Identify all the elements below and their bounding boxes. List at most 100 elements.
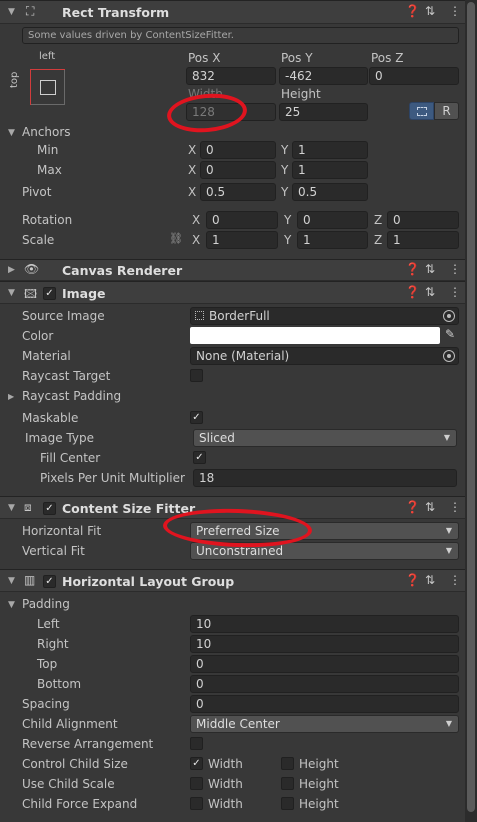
object-picker-icon[interactable] [443,310,455,322]
raw-edit-button[interactable]: R [434,102,459,120]
foldout-arrow-icon[interactable]: ▼ [8,576,15,586]
help-icon[interactable]: ❓ [405,285,420,299]
ppu-field[interactable]: 18 [193,469,457,487]
horizontal-layout-group-header[interactable]: ▼ ▥ ✓ Horizontal Layout Group ❓ ⇅ ⋮ [0,569,465,592]
driven-note: Some values driven by ContentSizeFitter. [22,27,459,44]
fill-center-checkbox[interactable]: ✓ [193,451,206,464]
expand-height-checkbox[interactable] [281,797,294,810]
child-alignment-dropdown[interactable]: Middle Center ▼ [190,715,459,733]
spacing-field[interactable]: 0 [190,695,459,713]
pos-z-label: Pos Z [371,51,404,65]
use-child-scale-label: Use Child Scale [22,777,115,791]
scale-height-checkbox[interactable] [281,777,294,790]
max-x-field[interactable]: 0 [200,161,276,179]
presets-icon[interactable]: ⇅ [425,573,435,587]
control-width-label: Width [208,757,243,771]
foldout-arrow-icon[interactable]: ▼ [8,503,15,513]
menu-icon[interactable]: ⋮ [449,500,461,514]
menu-icon[interactable]: ⋮ [449,573,461,587]
object-picker-icon[interactable] [443,350,455,362]
rect-transform-header[interactable]: ▼ ⛶ Rect Transform ❓ ⇅ ⋮ [0,0,465,24]
material-label: Material [22,349,71,363]
pivot-y-field[interactable]: 0.5 [292,183,368,201]
control-width-checkbox[interactable]: ✓ [190,757,203,770]
child-alignment-value: Middle Center [196,717,280,731]
scale-x-axis: X [192,233,201,247]
rot-x-field[interactable]: 0 [206,211,278,229]
canvas-renderer-header[interactable]: ▶ 👁 Canvas Renderer ❓ ⇅ ⋮ [0,259,465,281]
pos-y-field[interactable]: -462 [279,67,368,85]
height-field[interactable]: 25 [279,103,368,121]
scale-z-field[interactable]: 1 [387,231,459,249]
menu-icon[interactable]: ⋮ [449,285,461,299]
foldout-arrow-icon[interactable]: ▼ [8,7,15,17]
image-header[interactable]: ▼ 🖾 ✓ Image ❓ ⇅ ⋮ [0,281,465,304]
presets-icon[interactable]: ⇅ [425,285,435,299]
pos-z-field[interactable]: 0 [369,67,459,85]
raycast-target-checkbox[interactable] [190,369,203,382]
spacing-label: Spacing [22,697,70,711]
image-type-dropdown[interactable]: Sliced ▼ [193,429,457,447]
scale-x-field[interactable]: 1 [206,231,278,249]
rot-y-axis: Y [284,213,292,227]
fill-center-label: Fill Center [40,451,101,465]
help-icon[interactable]: ❓ [405,4,420,18]
anchor-presets-button[interactable] [30,69,65,105]
max-y-field[interactable]: 1 [292,161,368,179]
help-icon[interactable]: ❓ [405,262,420,276]
scale-width-checkbox[interactable] [190,777,203,790]
menu-icon[interactable]: ⋮ [449,4,461,18]
padding-right-field[interactable]: 10 [190,635,459,653]
min-x-field[interactable]: 0 [200,141,276,159]
horizontal-layout-group-title: Horizontal Layout Group [62,574,235,589]
hlg-enabled-checkbox[interactable]: ✓ [43,575,56,588]
max-x-axis: X [188,163,197,177]
pivot-x-axis: X [188,185,197,199]
menu-icon[interactable]: ⋮ [449,262,461,276]
pivot-x-field[interactable]: 0.5 [200,183,276,201]
padding-foldout-icon[interactable]: ▼ [8,600,15,610]
content-size-fitter-title: Content Size Fitter [62,501,196,516]
image-enabled-checkbox[interactable]: ✓ [43,287,56,300]
presets-icon[interactable]: ⇅ [425,4,435,18]
control-height-checkbox[interactable] [281,757,294,770]
raycast-padding-foldout-icon[interactable]: ▶ [8,392,14,401]
padding-left-field[interactable]: 10 [190,615,459,633]
padding-top-field[interactable]: 0 [190,655,459,673]
eyedropper-icon[interactable]: ✎ [445,327,455,341]
scrollbar-thumb[interactable] [467,2,475,812]
color-swatch[interactable] [190,327,440,344]
rot-z-field[interactable]: 0 [387,211,459,229]
scale-width-label: Width [208,777,243,791]
padding-right-label: Right [37,637,69,651]
presets-icon[interactable]: ⇅ [425,262,435,276]
foldout-arrow-icon[interactable]: ▶ [8,265,15,275]
blueprint-icon [417,107,427,116]
expand-width-checkbox[interactable] [190,797,203,810]
foldout-arrow-icon[interactable]: ▼ [8,288,15,298]
source-image-value: BorderFull [209,309,270,323]
rot-y-field[interactable]: 0 [297,211,368,229]
pos-x-field[interactable]: 832 [186,67,276,85]
reverse-arrangement-checkbox[interactable] [190,737,203,750]
canvas-renderer-title: Canvas Renderer [62,263,183,278]
maskable-checkbox[interactable]: ✓ [190,411,203,424]
expand-height-label: Height [299,797,339,811]
padding-label: Padding [22,597,70,611]
anchors-foldout-icon[interactable]: ▼ [8,128,15,138]
csf-enabled-checkbox[interactable]: ✓ [43,502,56,515]
min-label: Min [37,143,59,157]
scale-y-field[interactable]: 1 [297,231,368,249]
blueprint-mode-button[interactable] [409,102,434,120]
control-height-label: Height [299,757,339,771]
constrain-proportions-icon[interactable]: ⛓ [169,232,183,245]
min-y-field[interactable]: 1 [292,141,368,159]
width-highlight-ellipse [165,90,249,136]
presets-icon[interactable]: ⇅ [425,500,435,514]
help-icon[interactable]: ❓ [405,573,420,587]
source-image-field[interactable]: BorderFull [190,307,459,325]
help-icon[interactable]: ❓ [405,500,420,514]
material-field[interactable]: None (Material) [190,347,459,365]
image-type-label: Image Type [25,431,94,445]
padding-bottom-field[interactable]: 0 [190,675,459,693]
